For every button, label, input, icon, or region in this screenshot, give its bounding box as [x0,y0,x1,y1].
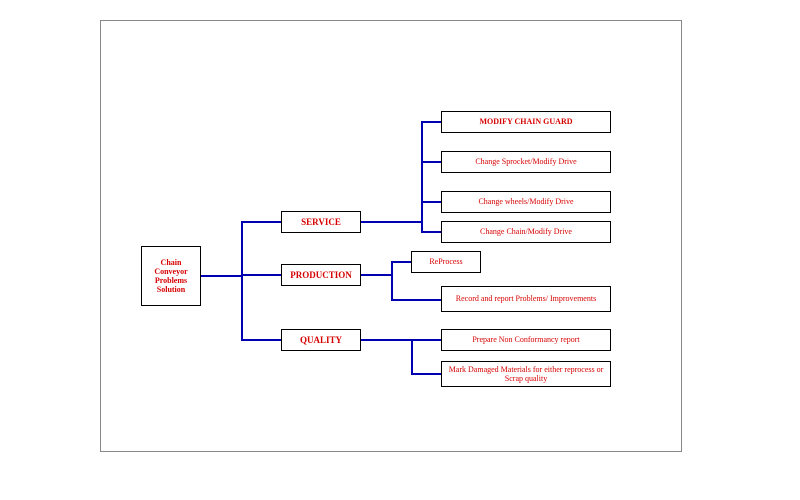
category-service: SERVICE [281,211,361,233]
connector [421,161,441,163]
connector [421,231,441,233]
connector [421,201,441,203]
connector [361,274,391,276]
leaf-record-report: Record and report Problems/ Improvements [441,286,611,312]
category-quality: QUALITY [281,329,361,351]
connector [241,274,281,276]
connector [411,339,413,375]
connector [361,221,421,223]
root-node: Chain Conveyor Problems Solution [141,246,201,306]
connector [411,339,441,341]
leaf-change-chain: Change Chain/Modify Drive [441,221,611,243]
connector [421,121,423,233]
connector [421,121,441,123]
leaf-modify-chain-guard: MODIFY CHAIN GUARD [441,111,611,133]
connector [201,275,241,277]
leaf-mark-damaged: Mark Damaged Materials for either reproc… [441,361,611,387]
category-production: PRODUCTION [281,264,361,286]
connector [241,339,281,341]
leaf-reprocess: ReProcess [411,251,481,273]
connector [411,373,441,375]
leaf-change-wheels: Change wheels/Modify Drive [441,191,611,213]
connector [391,299,441,301]
leaf-prepare-ncr: Prepare Non Conformancy report [441,329,611,351]
connector [241,221,281,223]
diagram-frame: Chain Conveyor Problems Solution SERVICE… [100,20,682,452]
connector [391,261,411,263]
connector [361,339,411,341]
connector [241,221,243,341]
connector [391,261,393,301]
leaf-change-sprocket: Change Sprocket/Modify Drive [441,151,611,173]
